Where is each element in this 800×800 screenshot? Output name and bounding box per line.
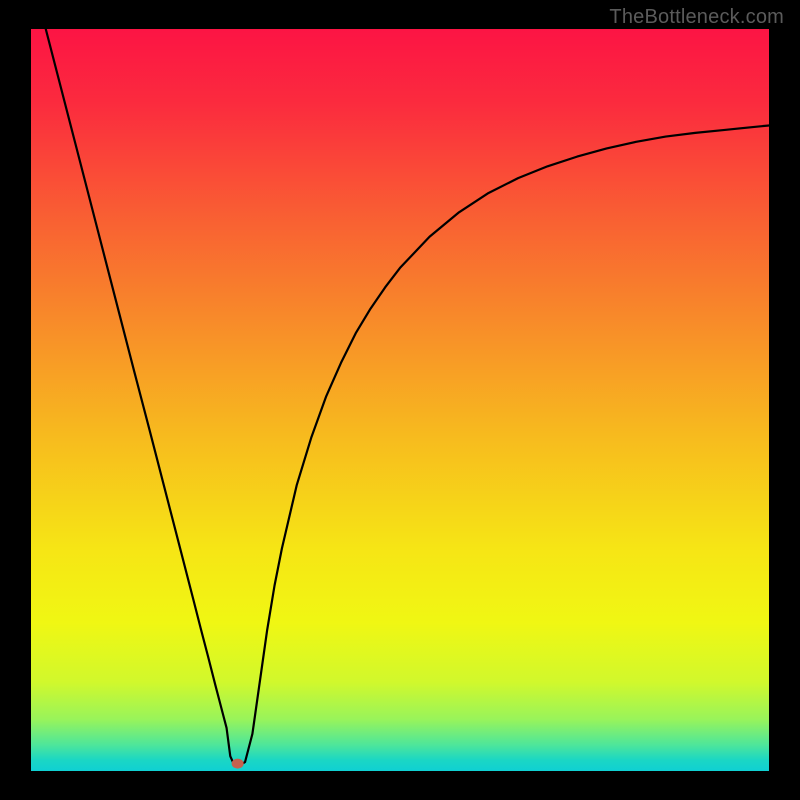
chart-frame: TheBottleneck.com <box>0 0 800 800</box>
watermark-label: TheBottleneck.com <box>609 6 784 29</box>
plot-area <box>31 29 769 771</box>
optimum-marker <box>232 759 244 769</box>
plot-svg <box>31 29 769 771</box>
